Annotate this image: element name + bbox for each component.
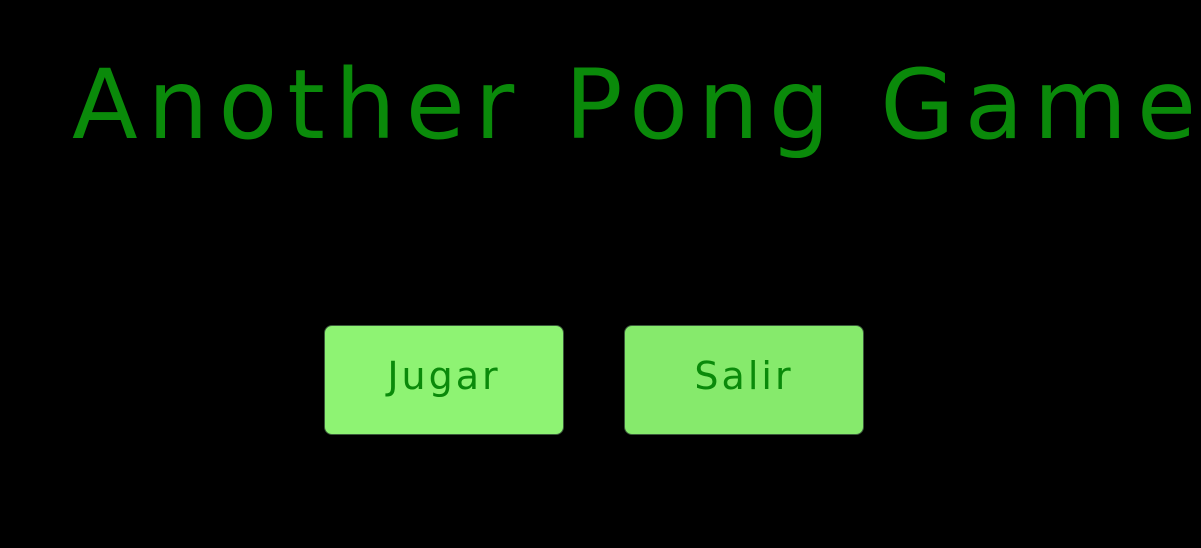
game-title: Another Pong Game xyxy=(72,49,1201,161)
play-button-label: Jugar xyxy=(387,354,501,398)
quit-button-label: Salir xyxy=(694,354,794,398)
quit-button[interactable]: Salir xyxy=(624,325,864,435)
play-button[interactable]: Jugar xyxy=(324,325,564,435)
